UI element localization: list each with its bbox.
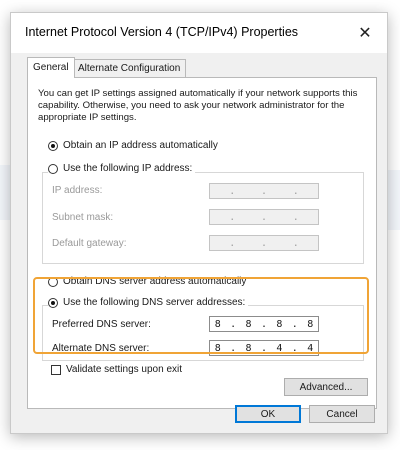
close-icon: ✕ <box>358 25 372 42</box>
ok-button[interactable]: OK <box>235 405 301 423</box>
octet-dot: . <box>260 185 268 197</box>
octet-dot: . <box>292 185 299 197</box>
default-gateway-input[interactable]: . . . <box>209 235 319 251</box>
ipv4-properties-dialog: Internet Protocol Version 4 (TCP/IPv4) P… <box>10 12 388 434</box>
close-button[interactable]: ✕ <box>351 19 379 47</box>
obtain-ip-auto-option[interactable]: Obtain an IP address automatically <box>48 140 218 151</box>
default-gateway-label: Default gateway: <box>52 238 127 249</box>
validate-settings-label: Validate settings upon exit <box>66 364 183 375</box>
general-panel: You can get IP settings assigned automat… <box>27 77 377 409</box>
dns-highlight-frame <box>33 277 369 354</box>
octet-dot: . <box>229 237 236 249</box>
ip-address-input[interactable]: . . . <box>209 183 319 199</box>
octet-dot: . <box>260 237 268 249</box>
obtain-ip-auto-radio[interactable] <box>48 140 58 151</box>
octet-dot: . <box>260 211 268 223</box>
octet-dot: . <box>292 211 299 223</box>
use-following-ip-option[interactable]: Use the following IP address: <box>48 163 196 174</box>
validate-settings-checkbox[interactable] <box>51 364 61 375</box>
octet-dot: . <box>229 185 236 197</box>
octet-dot: . <box>229 211 236 223</box>
tab-alternate-configuration[interactable]: Alternate Configuration <box>72 59 187 78</box>
use-following-ip-radio[interactable] <box>48 163 58 174</box>
obtain-ip-auto-label: Obtain an IP address automatically <box>63 140 218 151</box>
subnet-mask-input[interactable]: . . . <box>209 209 319 225</box>
use-following-ip-label: Use the following IP address: <box>63 163 193 174</box>
title-bar: Internet Protocol Version 4 (TCP/IPv4) P… <box>11 13 387 53</box>
cancel-button[interactable]: Cancel <box>309 405 375 423</box>
validate-settings-option[interactable]: Validate settings upon exit <box>51 364 182 375</box>
advanced-button[interactable]: Advanced... <box>284 378 368 396</box>
octet-dot: . <box>292 237 299 249</box>
ip-address-label: IP address: <box>52 185 103 196</box>
subnet-mask-label: Subnet mask: <box>52 212 114 223</box>
window-title: Internet Protocol Version 4 (TCP/IPv4) P… <box>25 25 299 39</box>
intro-text: You can get IP settings assigned automat… <box>38 88 358 123</box>
tab-general[interactable]: General <box>27 57 75 78</box>
